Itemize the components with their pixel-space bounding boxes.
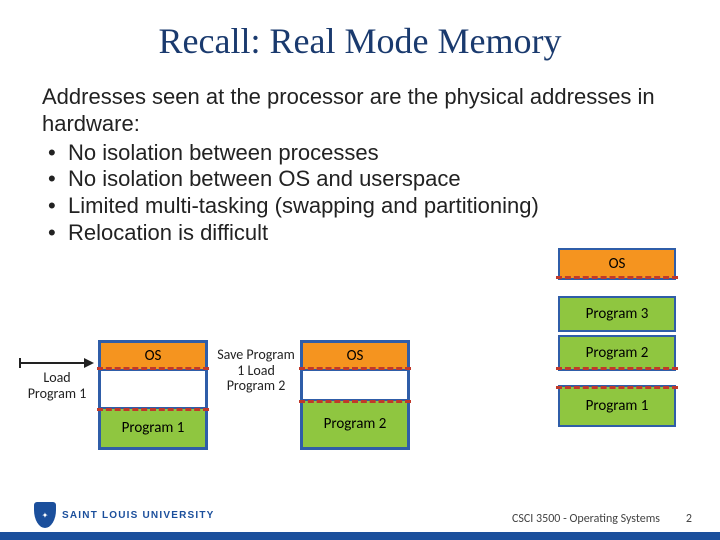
arrow-icon [18, 356, 94, 368]
program-3-cell: Program 3 [558, 296, 676, 332]
slide-title: Recall: Real Mode Memory [42, 20, 678, 62]
diagram-row: Load Program 1 OS Program 1 Save Program… [0, 340, 720, 470]
empty-cell [100, 370, 206, 408]
university-logo: ✦ SAINT LOUIS UNIVERSITY [34, 502, 215, 528]
program-2-cell: Program 2 [558, 335, 676, 371]
bullet-item: Relocation is difficult [42, 220, 678, 247]
os-cell: OS [558, 248, 676, 280]
os-cell: OS [302, 342, 408, 370]
footer-bar [0, 532, 720, 540]
slide: Recall: Real Mode Memory Addresses seen … [0, 0, 720, 540]
float-os-box: OS [558, 248, 676, 280]
program-2-cell: Program 2 [302, 400, 408, 448]
program-1-cell: Program 1 [558, 385, 676, 427]
os-cell: OS [100, 342, 206, 370]
course-label: CSCI 3500 - Operating Systems [512, 512, 660, 526]
bullet-list: No isolation between processes No isolat… [42, 140, 678, 247]
memory-stack-1: OS Program 1 [98, 340, 208, 450]
float-prog3-box: Program 3 [558, 296, 676, 332]
intro-text: Addresses seen at the processor are the … [42, 84, 678, 138]
program-1-cell: Program 1 [100, 408, 206, 448]
page-number: 2 [686, 512, 692, 526]
save-load-label: Save Program 1 Load Program 2 [214, 347, 298, 394]
bullet-item: Limited multi-tasking (swapping and part… [42, 193, 678, 220]
empty-cell [302, 370, 408, 400]
shield-icon: ✦ [34, 502, 56, 528]
bullet-item: No isolation between OS and userspace [42, 166, 678, 193]
body-text: Addresses seen at the processor are the … [42, 84, 678, 247]
memory-stack-3: Program 2 Program 1 [558, 335, 676, 455]
load-program-1-label: Load Program 1 [20, 370, 94, 402]
footer: ✦ SAINT LOUIS UNIVERSITY CSCI 3500 - Ope… [0, 490, 720, 540]
memory-stack-2: OS Program 2 [300, 340, 410, 450]
university-name: SAINT LOUIS UNIVERSITY [62, 510, 215, 521]
bullet-item: No isolation between processes [42, 140, 678, 167]
